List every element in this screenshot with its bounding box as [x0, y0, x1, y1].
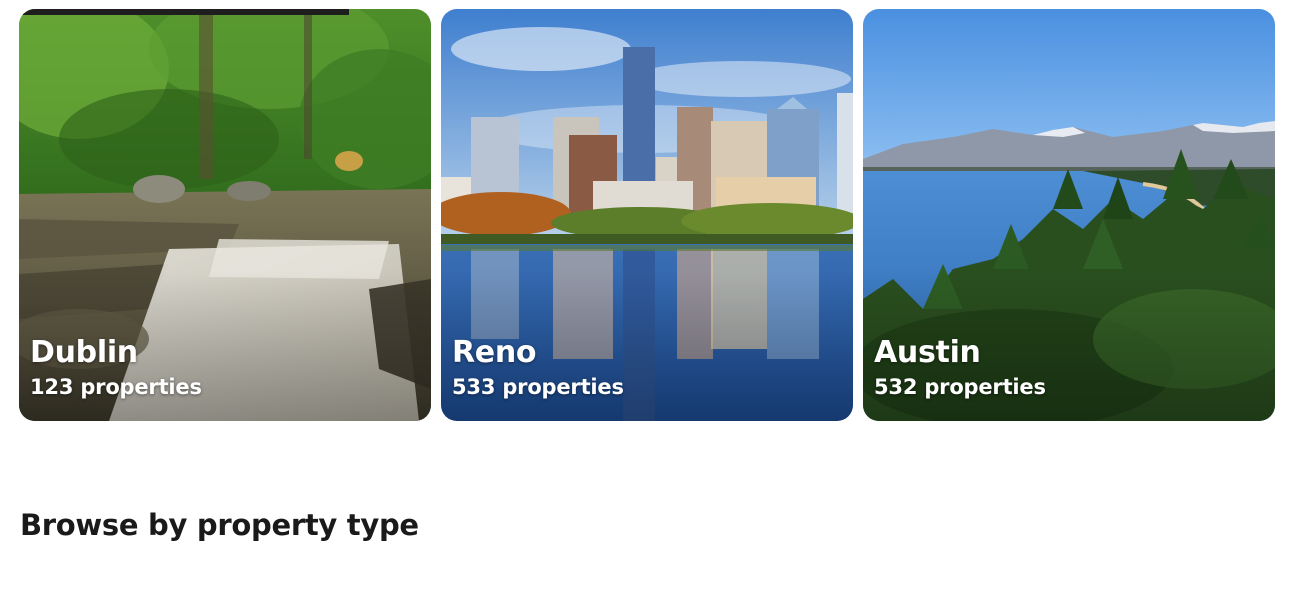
destination-card-dublin[interactable]: Dublin 123 properties	[19, 9, 431, 421]
city-name: Dublin	[30, 335, 138, 370]
section-title: Browse by property type	[20, 508, 419, 542]
card-caption: Reno 533 properties	[452, 335, 624, 401]
destination-card-austin[interactable]: Austin 532 properties	[863, 9, 1275, 421]
city-name: Reno	[452, 335, 537, 370]
property-count: 533 properties	[452, 375, 624, 399]
property-count: 123 properties	[30, 375, 202, 399]
destination-card-reno[interactable]: Reno 533 properties	[441, 9, 853, 421]
city-name: Austin	[874, 335, 981, 370]
destination-cards: Dublin 123 properties Reno 533 propertie…	[19, 9, 1275, 421]
page: Dublin 123 properties Reno 533 propertie…	[0, 0, 1292, 591]
card-caption: Austin 532 properties	[874, 335, 1046, 401]
card-caption: Dublin 123 properties	[30, 335, 202, 401]
property-count: 532 properties	[874, 375, 1046, 399]
